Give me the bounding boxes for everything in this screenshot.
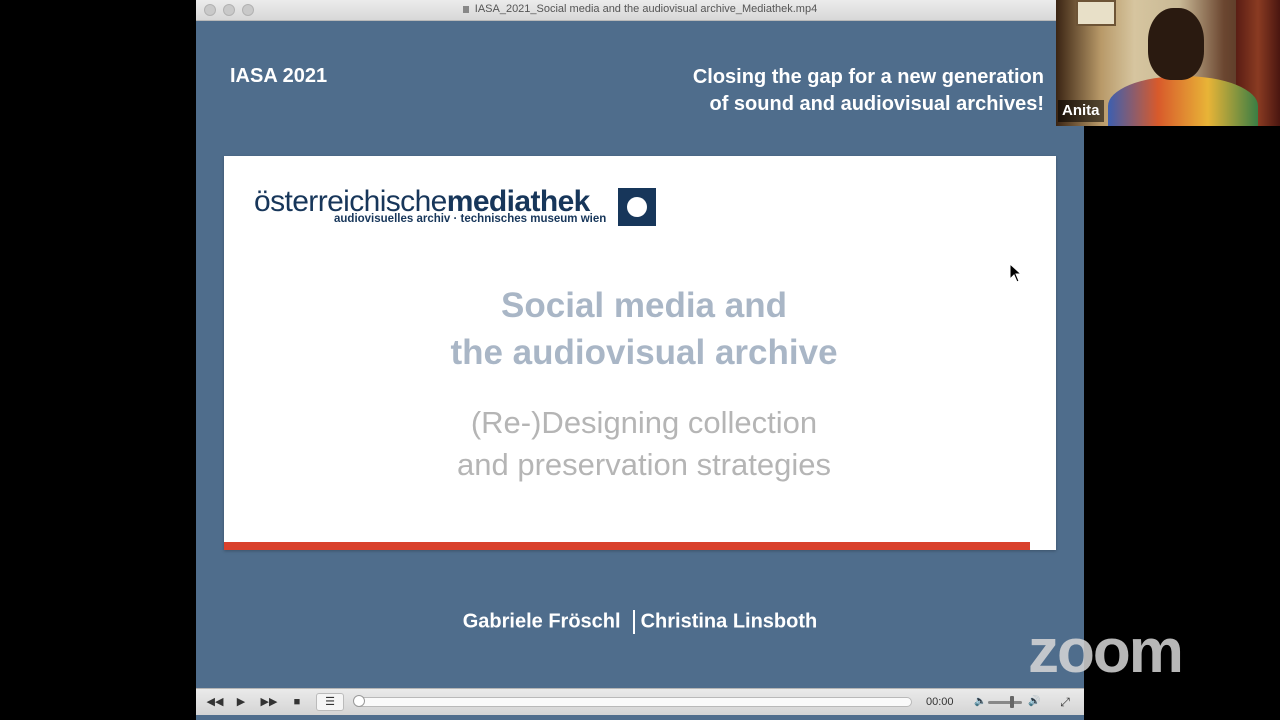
accent-bar [224,542,1030,550]
slide-title-line-2: the audiovisual archive [450,333,838,372]
tagline-line-2: of sound and audiovisual archives! [709,93,1044,115]
current-time: 00:00 [926,696,954,708]
mediathek-logo: österreichischemediathek audiovisuelles … [254,186,658,228]
slide-title-line-1: Social media and [501,286,787,325]
fullscreen-button[interactable]: ⤢ [1054,693,1076,711]
window-title-text: IASA_2021_Social media and the audiovisu… [474,3,818,15]
slide-subtitle: (Re-)Designing collection and preservati… [224,402,1064,486]
player-controls: ◀◀ ▶ ▶▶ ■ ☰ 00:00 🔈 🔊 ⤢ [196,688,1084,715]
volume-high-icon[interactable]: 🔊 [1028,693,1040,711]
tagline-line-1: Closing the gap for a new generation [692,66,1044,88]
logo-mark-icon [618,188,656,226]
participant-video-tile[interactable]: Anita [1056,0,1280,126]
document-icon [462,5,469,13]
volume-slider[interactable] [988,701,1022,704]
author-1: Gabriele Fröschl [462,610,621,633]
wall-frame [1076,0,1116,26]
slide-authors: Gabriele Fröschl Christina Linsboth [196,610,1084,634]
play-button[interactable]: ▶ [232,693,250,711]
slide-subtitle-line-1: (Re-)Designing collection [470,405,818,440]
rewind-button[interactable]: ◀◀ [204,693,226,711]
window-titlebar[interactable]: IASA_2021_Social media and the audiovisu… [196,0,1084,21]
seek-bar[interactable] [353,695,912,707]
zoom-watermark: zoom [1028,617,1184,686]
volume-low-icon[interactable]: 🔈 [974,693,986,711]
playlist-button[interactable]: ☰ [316,693,344,711]
video-player-window: IASA_2021_Social media and the audiovisu… [196,0,1084,720]
logo-subtitle: audiovisuelles archiv · technisches muse… [334,213,607,225]
fast-forward-button[interactable]: ▶▶ [258,693,280,711]
seek-handle[interactable] [353,695,365,707]
participant-name-label: Anita [1058,100,1104,122]
author-separator [632,610,635,634]
mouse-pointer-icon [1009,263,1023,283]
conference-tagline: Closing the gap for a new generation of … [693,64,1044,118]
slide-card: österreichischemediathek audiovisuelles … [224,156,1056,550]
author-2: Christina Linsboth [640,610,818,633]
slide-subtitle-line-2: and preservation strategies [457,447,831,482]
participant-head [1148,8,1204,80]
conference-label: IASA 2021 [230,65,328,87]
stop-button[interactable]: ■ [288,693,306,711]
window-title: IASA_2021_Social media and the audiovisu… [196,3,1084,15]
slide-title: Social media and the audiovisual archive [224,282,1064,376]
volume-handle[interactable] [1010,696,1014,708]
